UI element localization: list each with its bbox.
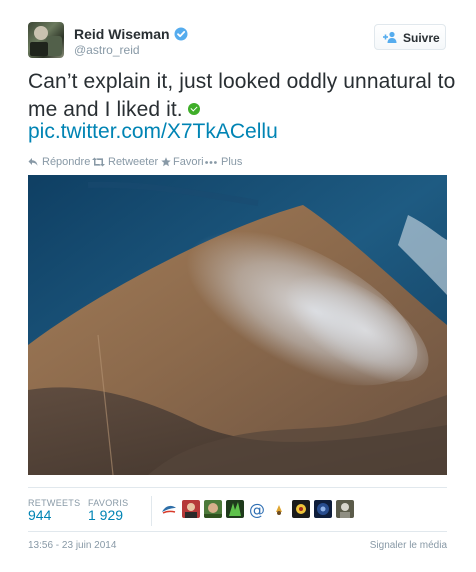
follow-button[interactable]: Suivre	[374, 24, 446, 50]
more-label: Plus	[221, 156, 243, 168]
author-handle[interactable]: @astro_reid	[74, 43, 140, 57]
retweet-label: Retweeter	[108, 156, 159, 168]
favoriter-avatar[interactable]: @	[248, 500, 266, 518]
retweets-count[interactable]: 944	[28, 507, 51, 523]
author-avatar[interactable]	[28, 22, 64, 58]
reply-action[interactable]: Répondre	[28, 156, 91, 170]
favorites-count[interactable]: 1 929	[88, 507, 123, 523]
add-user-icon	[383, 31, 397, 43]
tweet-photo-link[interactable]: pic.twitter.com/X7TkACellu	[28, 120, 278, 144]
favoriter-avatar[interactable]	[314, 500, 332, 518]
stats-separator	[151, 496, 152, 526]
tweet-photo[interactable]	[28, 175, 447, 475]
favoriter-avatar[interactable]	[204, 500, 222, 518]
favoriter-avatar[interactable]	[226, 500, 244, 518]
retweet-icon	[92, 157, 105, 167]
favoriter-avatar[interactable]	[182, 500, 200, 518]
stats-divider-bottom	[28, 531, 447, 532]
favoriter-avatar[interactable]	[270, 500, 288, 518]
favorite-action[interactable]: Favori	[161, 156, 204, 170]
favoriter-avatar[interactable]	[336, 500, 354, 518]
tweet-text-content: Can’t explain it, just looked oddly unna…	[28, 70, 456, 121]
reply-label: Répondre	[42, 156, 91, 168]
tweet-card: Reid Wiseman @astro_reid Suivre Can’t ex…	[0, 0, 476, 572]
more-action[interactable]: Plus	[205, 156, 245, 170]
reply-icon	[28, 158, 38, 166]
star-icon	[161, 157, 171, 167]
retweet-action[interactable]: Retweeter	[92, 156, 158, 170]
favorite-label: Favori	[173, 156, 204, 168]
green-check-emoji-icon	[187, 103, 200, 116]
verified-badge-icon	[174, 27, 188, 41]
report-media-link[interactable]: Signaler le média	[370, 540, 447, 551]
avatar-part	[46, 36, 62, 56]
tweet-timestamp[interactable]: 13:56 - 23 juin 2014	[28, 540, 116, 551]
avatar-part	[30, 42, 48, 56]
favoriter-avatar[interactable]	[292, 500, 310, 518]
stats-divider-top	[28, 487, 447, 488]
follow-label: Suivre	[403, 31, 440, 45]
more-dots-icon	[205, 161, 217, 164]
svg-text:@: @	[249, 500, 265, 518]
favoriter-avatar[interactable]	[160, 500, 178, 518]
author-name[interactable]: Reid Wiseman	[74, 26, 170, 42]
tweet-text: Can’t explain it, just looked oddly unna…	[28, 68, 458, 124]
